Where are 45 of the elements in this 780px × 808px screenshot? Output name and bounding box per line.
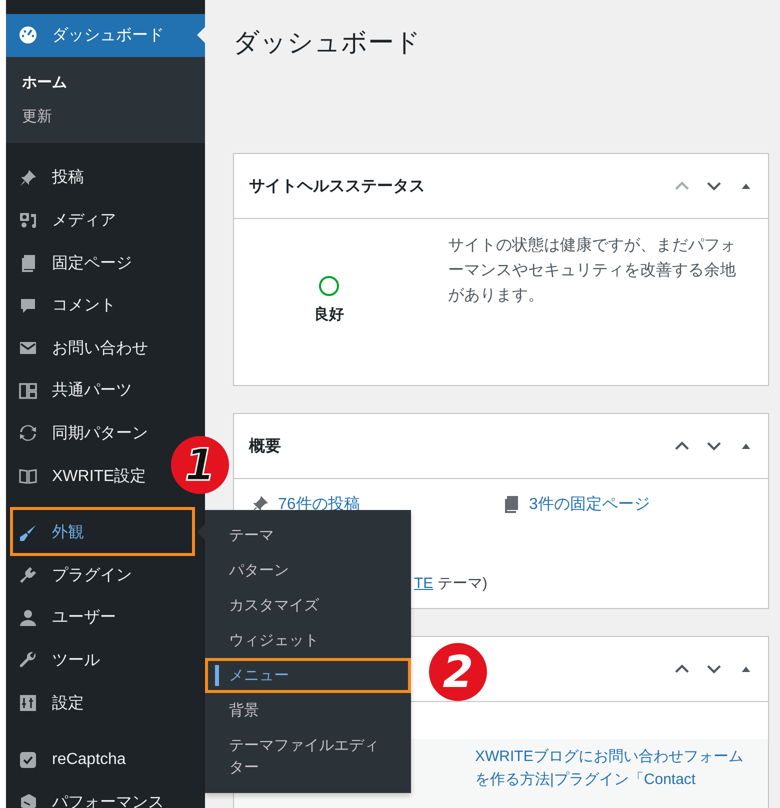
sidebar-item[interactable]: 外観 xyxy=(6,511,205,554)
pages-link[interactable]: 3件の固定ページ xyxy=(529,494,650,514)
flyout-item[interactable]: メニュー xyxy=(205,658,411,693)
submenu-item[interactable]: ホーム xyxy=(6,66,205,100)
status-ring-icon xyxy=(319,276,339,296)
sidebar-item[interactable]: コメント xyxy=(6,284,120,327)
sidebar-item[interactable]: XWRITE設定 xyxy=(6,454,150,498)
card-title: サイトヘルスステータス xyxy=(249,176,426,196)
checkbox-icon xyxy=(18,750,38,770)
sync-icon xyxy=(18,423,38,444)
health-description: サイトの状態は健康ですが、まだパフォーマンスやセキュリティを改善する余地があります。 xyxy=(448,236,737,306)
user-icon xyxy=(18,608,38,628)
grid-icon xyxy=(18,380,38,401)
flyout-item[interactable]: テーマ xyxy=(205,518,411,553)
sidebar-item[interactable]: 設定 xyxy=(6,682,88,724)
theme-suffix: テーマ) xyxy=(436,574,488,594)
status-label: 良好 xyxy=(314,305,344,324)
card-title: 概要 xyxy=(249,436,282,456)
sidebar-item[interactable]: プラグイン xyxy=(6,554,136,597)
flyout-item[interactable]: パターン xyxy=(205,553,411,588)
article-link[interactable]: XWRITEブログにお問い合わせフォームを作る方法|プラグイン「Contact xyxy=(475,745,751,791)
media-icon xyxy=(18,210,38,230)
sidebar-item[interactable]: ユーザー xyxy=(6,596,120,640)
sidebar-item[interactable]: 投稿 xyxy=(6,156,88,200)
theme-link[interactable]: TE xyxy=(414,573,434,595)
sidebar-item[interactable]: reCaptcha xyxy=(6,738,130,781)
flyout-item[interactable]: テーマファイルエディター xyxy=(205,728,389,786)
sidebar-item[interactable]: 同期パターン xyxy=(6,412,152,455)
pin-icon xyxy=(18,168,38,188)
book-icon xyxy=(18,466,38,486)
step-badge: 1 xyxy=(171,436,229,494)
page-title: ダッシュボード xyxy=(233,26,422,59)
sidebar-item[interactable]: 固定ページ xyxy=(6,242,136,284)
flyout-item[interactable]: カスタマイズ xyxy=(205,588,411,623)
gauge-icon xyxy=(18,25,38,46)
flyout-item[interactable]: 背景 xyxy=(205,693,411,728)
sidebar-item[interactable]: メディア xyxy=(6,199,120,242)
flyout-item[interactable]: ウィジェット xyxy=(205,623,411,658)
sidebar-item[interactable]: ダッシュボード xyxy=(6,14,205,57)
sidebar-item[interactable]: ツール xyxy=(6,639,104,682)
sliders-icon xyxy=(18,693,38,714)
pointer-notch xyxy=(197,27,205,43)
sidebar-item[interactable]: お問い合わせ xyxy=(6,326,152,370)
submenu-item[interactable]: 更新 xyxy=(6,100,205,134)
sidebar-item[interactable]: 共通パーツ xyxy=(6,370,136,412)
